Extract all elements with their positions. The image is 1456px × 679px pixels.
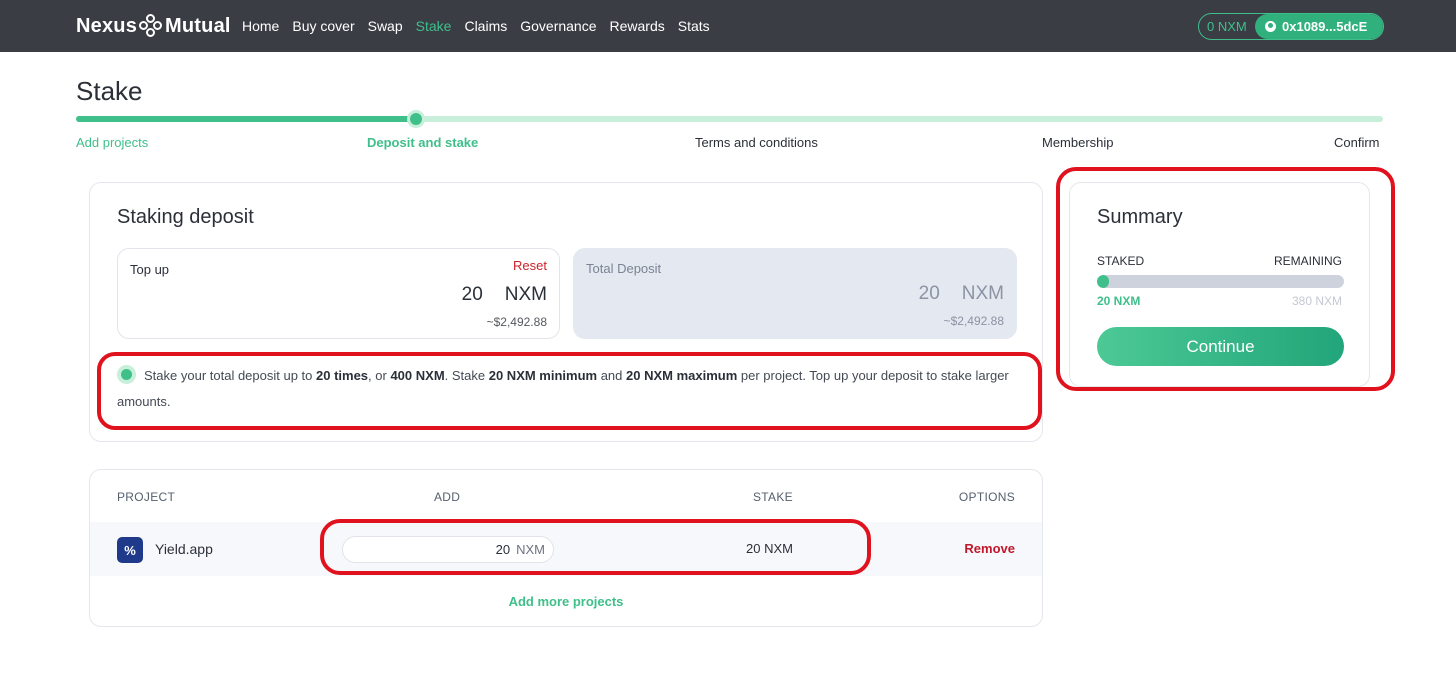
staking-info-text: Stake your total deposit up to 20 times,… bbox=[117, 363, 1027, 415]
add-stake-input-field[interactable]: NXM bbox=[342, 536, 554, 563]
reset-button[interactable]: Reset bbox=[513, 258, 547, 273]
info-bold-minimum: 20 NXM minimum bbox=[488, 368, 598, 383]
staked-label: STAKED bbox=[1097, 254, 1145, 268]
total-deposit-unit: NXM bbox=[961, 283, 1004, 304]
info-text-part: Stake your total deposit up to bbox=[144, 368, 316, 383]
total-deposit-label: Total Deposit bbox=[586, 261, 662, 276]
stepper-current-marker bbox=[407, 110, 425, 128]
logo-text-right: Mutual bbox=[165, 14, 231, 37]
nav-stats[interactable]: Stats bbox=[678, 18, 710, 34]
info-bold-maximum: 20 NXM maximum bbox=[626, 368, 738, 383]
step-deposit-and-stake: Deposit and stake bbox=[367, 135, 479, 150]
step-add-projects[interactable]: Add projects bbox=[76, 135, 148, 150]
nav-rewards[interactable]: Rewards bbox=[610, 18, 665, 34]
step-confirm: Confirm bbox=[1334, 135, 1380, 150]
remaining-value: 380 NXM bbox=[1291, 294, 1342, 308]
info-indicator-icon bbox=[117, 365, 136, 384]
projects-table-card: PROJECT ADD STAKE OPTIONS % Yield.app NX… bbox=[89, 469, 1043, 627]
top-up-unit: NXM bbox=[504, 284, 547, 305]
add-stake-unit: NXM bbox=[516, 542, 545, 557]
staked-value: 20 NXM bbox=[1097, 294, 1141, 308]
total-deposit-box: Total Deposit 20 NXM ~$2,492.88 bbox=[573, 248, 1017, 339]
info-text-part: and bbox=[597, 368, 627, 383]
step-terms-and-conditions: Terms and conditions bbox=[695, 135, 818, 150]
top-up-label: Top up bbox=[130, 262, 170, 277]
top-up-amount[interactable]: 20 NXM bbox=[462, 284, 547, 306]
remaining-label: REMAINING bbox=[1273, 254, 1342, 268]
nav-governance[interactable]: Governance bbox=[520, 18, 596, 34]
column-header-options: OPTIONS bbox=[958, 490, 1015, 504]
wallet-balance: 0 NXM bbox=[1207, 19, 1247, 34]
yield-app-logo-icon: % bbox=[117, 537, 143, 563]
wallet-address-button[interactable]: 0x1089...5dcE bbox=[1255, 14, 1383, 39]
logo-text-left: Nexus bbox=[76, 14, 138, 37]
total-deposit-usd-value: ~$2,492.88 bbox=[943, 314, 1004, 328]
project-name: Yield.app bbox=[155, 541, 213, 557]
info-bold-multiplier: 20 times bbox=[316, 368, 369, 383]
user-avatar-icon bbox=[1265, 21, 1276, 32]
wallet-address: 0x1089...5dcE bbox=[1282, 19, 1368, 34]
stake-progress-fill bbox=[1097, 275, 1110, 288]
summary-heading: Summary bbox=[1097, 206, 1183, 228]
summary-card: Summary STAKED REMAINING 20 NXM 380 NXM … bbox=[1069, 182, 1370, 387]
step-membership: Membership bbox=[1042, 135, 1114, 150]
total-deposit-amount: 20 NXM bbox=[919, 283, 1004, 305]
remove-project-button[interactable]: Remove bbox=[964, 541, 1015, 556]
page-title: Stake bbox=[76, 76, 143, 106]
nexus-mutual-logo[interactable]: Nexus Mutual bbox=[76, 13, 231, 39]
wallet-widget[interactable]: 0 NXM 0x1089...5dcE bbox=[1198, 13, 1384, 40]
nav-stake[interactable]: Stake bbox=[416, 18, 452, 34]
column-header-stake: STAKE bbox=[753, 490, 793, 504]
table-row: % Yield.app NXM 20 NXM Remove bbox=[90, 522, 1042, 576]
add-stake-input[interactable] bbox=[360, 542, 511, 557]
total-deposit-value: 20 bbox=[918, 283, 940, 304]
logo-mark-icon bbox=[139, 14, 163, 38]
nav-home[interactable]: Home bbox=[242, 18, 279, 34]
top-up-box[interactable]: Top up Reset 20 NXM ~$2,492.88 bbox=[117, 248, 560, 339]
add-more-projects-link[interactable]: Add more projects bbox=[90, 594, 1042, 609]
continue-button[interactable]: Continue bbox=[1097, 327, 1344, 366]
stepper-progress-fill bbox=[76, 116, 416, 122]
info-text-part: . Stake bbox=[444, 368, 489, 383]
nav-buy-cover[interactable]: Buy cover bbox=[292, 18, 354, 34]
info-text-part: , or bbox=[368, 368, 391, 383]
nav-swap[interactable]: Swap bbox=[368, 18, 403, 34]
top-navigation-bar: Nexus Mutual Home Buy cover Swap Stake C… bbox=[0, 0, 1456, 52]
column-header-project: PROJECT bbox=[117, 490, 176, 504]
top-up-usd-value: ~$2,492.88 bbox=[486, 315, 547, 329]
staking-deposit-card: Staking deposit Top up Reset 20 NXM ~$2,… bbox=[89, 182, 1043, 442]
staking-deposit-heading: Staking deposit bbox=[117, 206, 254, 228]
nav-claims[interactable]: Claims bbox=[464, 18, 507, 34]
stake-value: 20 NXM bbox=[746, 541, 793, 556]
column-header-add: ADD bbox=[434, 490, 461, 504]
stake-progress-bar bbox=[1097, 275, 1344, 288]
top-up-value: 20 bbox=[461, 284, 483, 305]
info-bold-max-total: 400 NXM bbox=[390, 368, 445, 383]
main-nav: Home Buy cover Swap Stake Claims Governa… bbox=[242, 0, 710, 52]
